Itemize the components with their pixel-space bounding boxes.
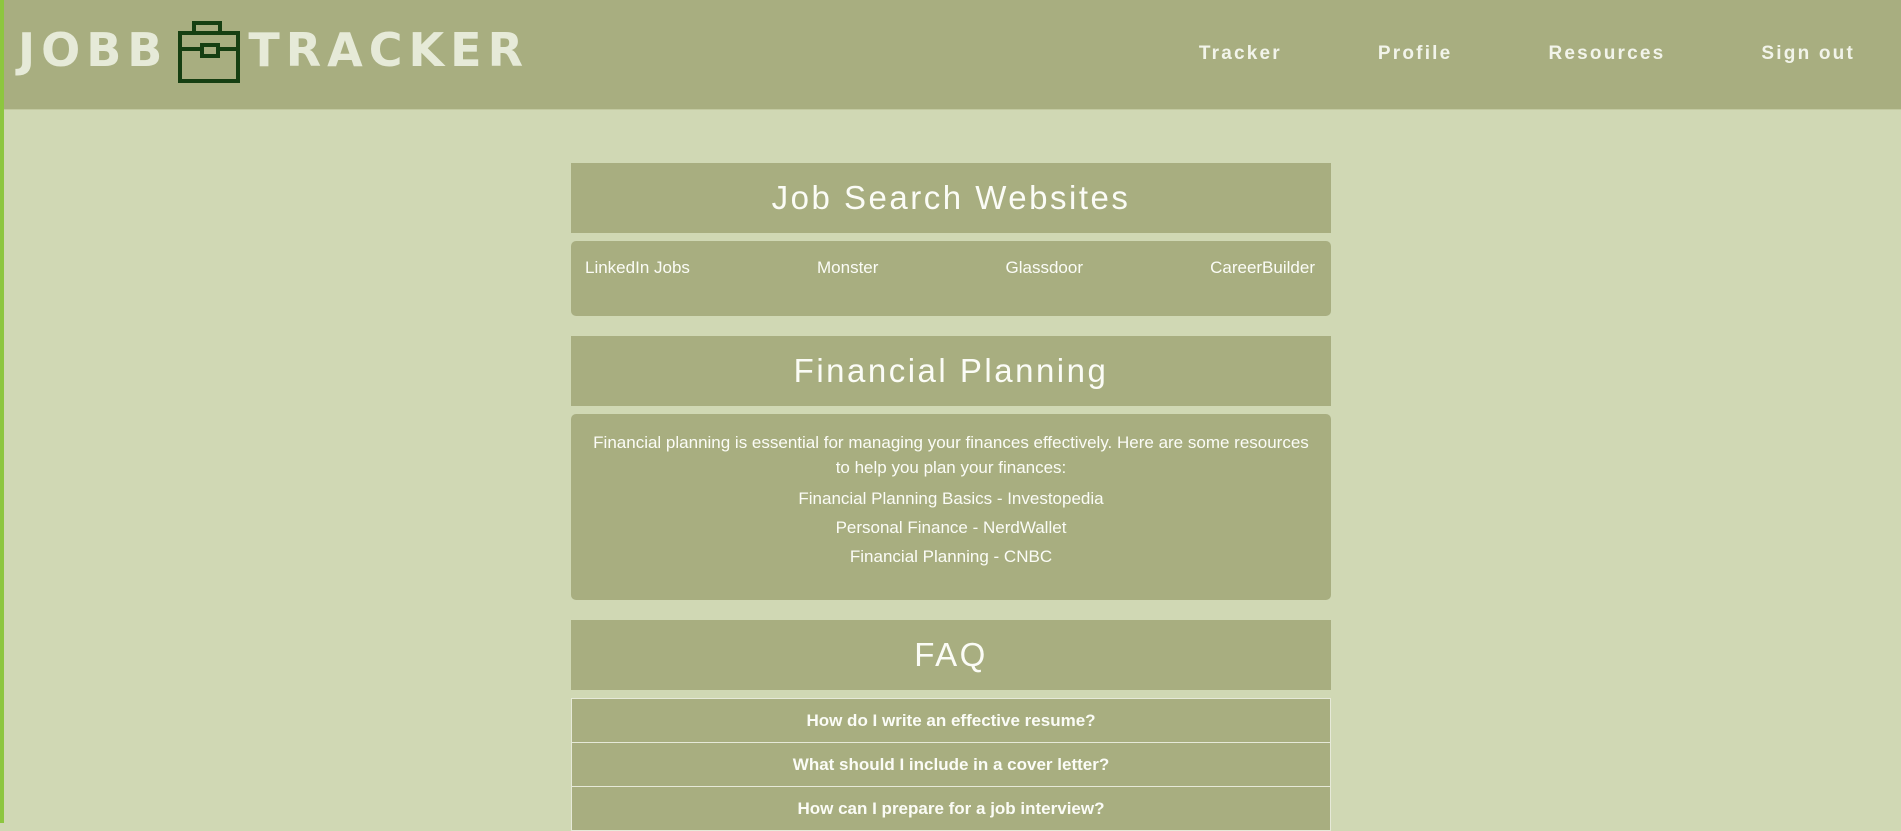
- financial-planning-section: Financial Planning Financial planning is…: [571, 336, 1331, 600]
- top-navbar: JOBB TRACKER Tracker Profile Resources S…: [4, 0, 1901, 110]
- link-careerbuilder[interactable]: CareerBuilder: [1210, 258, 1315, 316]
- financial-planning-card: Financial planning is essential for mana…: [571, 414, 1331, 600]
- financial-intro-text: Financial planning is essential for mana…: [593, 433, 1309, 477]
- link-cnbc[interactable]: Financial Planning - CNBC: [585, 547, 1317, 567]
- faq-title: FAQ: [571, 620, 1331, 690]
- main-nav: Tracker Profile Resources Sign out: [1103, 41, 1855, 67]
- nav-tracker[interactable]: Tracker: [1199, 41, 1282, 67]
- link-glassdoor[interactable]: Glassdoor: [1006, 258, 1083, 316]
- left-accent-bar: [0, 0, 4, 823]
- nav-resources[interactable]: Resources: [1548, 41, 1665, 67]
- job-search-section: Job Search Websites LinkedIn Jobs Monste…: [571, 163, 1331, 316]
- faq-question-cover-letter[interactable]: What should I include in a cover letter?: [571, 742, 1331, 787]
- brand-name-right: TRACKER: [248, 23, 529, 77]
- faq-list: How do I write an effective resume? What…: [571, 698, 1331, 831]
- link-nerdwallet[interactable]: Personal Finance - NerdWallet: [585, 518, 1317, 538]
- brand-logo[interactable]: JOBB TRACKER: [18, 21, 529, 88]
- link-monster[interactable]: Monster: [817, 258, 878, 316]
- briefcase-icon: [178, 21, 241, 83]
- brand-name-left: JOBB: [18, 23, 169, 77]
- link-investopedia[interactable]: Financial Planning Basics - Investopedia: [585, 489, 1317, 509]
- faq-question-resume[interactable]: How do I write an effective resume?: [571, 698, 1331, 743]
- resources-content: Job Search Websites LinkedIn Jobs Monste…: [571, 163, 1331, 831]
- financial-planning-title: Financial Planning: [571, 336, 1331, 406]
- faq-question-interview[interactable]: How can I prepare for a job interview?: [571, 786, 1331, 831]
- job-sites-card: LinkedIn Jobs Monster Glassdoor CareerBu…: [571, 241, 1331, 316]
- nav-profile[interactable]: Profile: [1378, 41, 1453, 67]
- faq-section: FAQ How do I write an effective resume? …: [571, 620, 1331, 831]
- nav-sign-out[interactable]: Sign out: [1761, 41, 1855, 67]
- job-search-title: Job Search Websites: [571, 163, 1331, 233]
- link-linkedin-jobs[interactable]: LinkedIn Jobs: [585, 258, 690, 316]
